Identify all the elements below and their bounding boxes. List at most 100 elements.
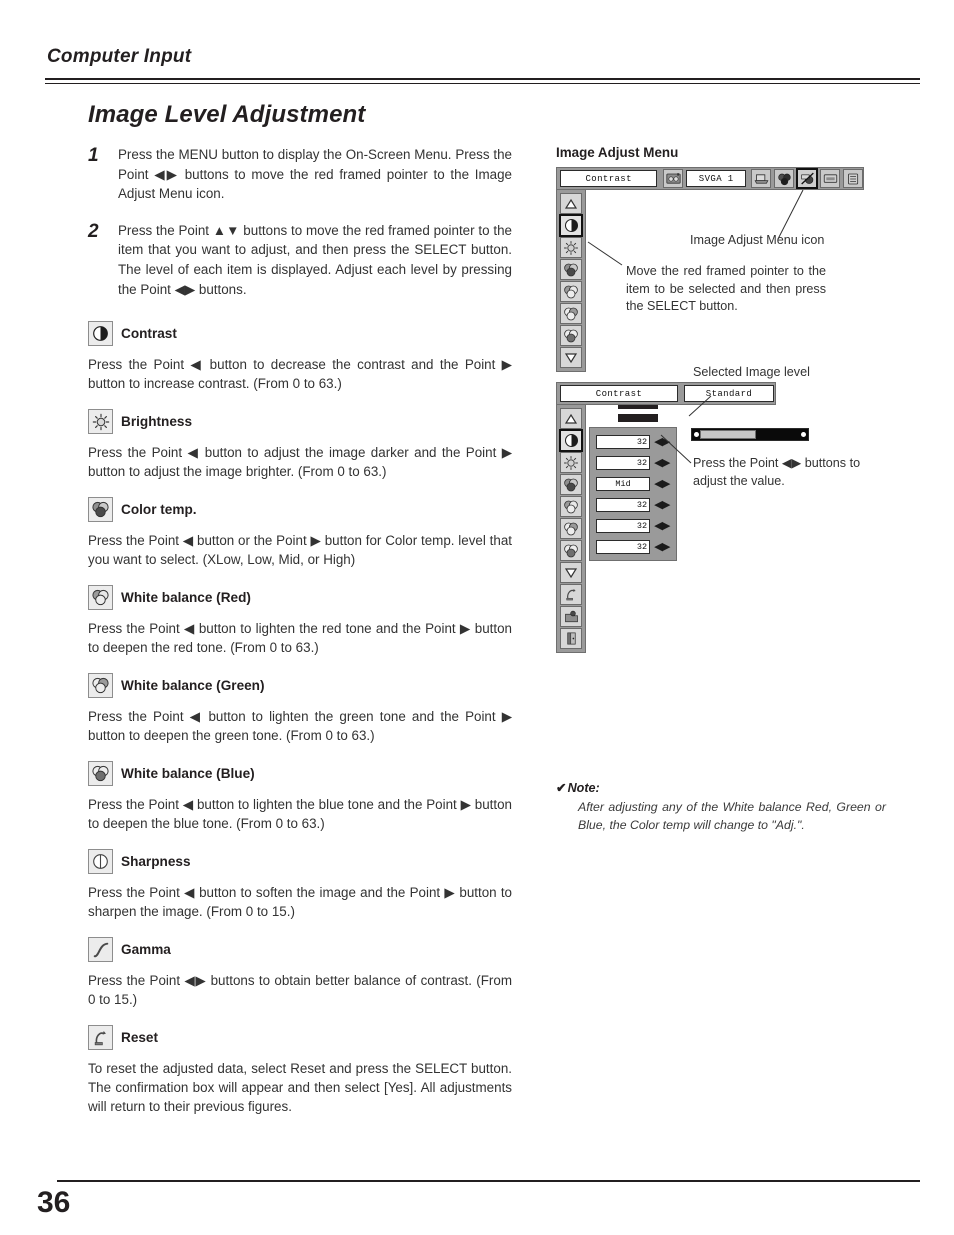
white-balance-red-icon [88, 585, 113, 611]
callout-move-pointer: Move the red framed pointer to the item … [626, 264, 826, 313]
rail-brightness-icon[interactable] [560, 237, 582, 258]
osd-menu-bar: Contrast SVGA 1 [556, 167, 864, 190]
osd-image-level[interactable]: Standard [684, 385, 774, 402]
left-right-arrows-icon[interactable]: ◀▶ [654, 436, 670, 447]
rail-white-balance-green-icon-lower[interactable] [560, 518, 582, 539]
system-icon[interactable] [663, 169, 684, 188]
section-header: Computer Input [47, 46, 192, 67]
value-white-balance-blue[interactable]: 32 [596, 539, 651, 554]
note-label: Note: [567, 781, 600, 795]
sharpness-icon [88, 849, 113, 875]
step-1-text: Press the MENU button to display the On-… [118, 147, 512, 202]
rail-reset-icon[interactable] [560, 584, 582, 605]
rail-color-temp-icon-lower[interactable] [560, 474, 582, 495]
osd-selected-item[interactable]: Contrast [560, 170, 658, 187]
section-white-balance-red-body: Press the Point ◀ button to lighten the … [88, 621, 512, 656]
value-row-contrast: 32 ◀▶ [596, 434, 670, 449]
section-white-balance-blue: White balance (Blue) Press the Point ◀ b… [88, 761, 512, 833]
menu-diagram-column: Image Adjust Menu Contrast SVGA 1 Image … [556, 145, 920, 653]
gauge-left-dot-icon [694, 432, 699, 437]
value-brightness[interactable]: 32 [596, 455, 651, 470]
value-white-balance-green[interactable]: 32 [596, 518, 651, 533]
page-title: Image Level Adjustment [88, 101, 366, 128]
rail-white-balance-red-icon[interactable] [560, 281, 582, 302]
rail-white-balance-blue-icon-lower[interactable] [560, 540, 582, 561]
section-reset: Reset To reset the adjusted data, select… [88, 1025, 512, 1116]
value-color-temp[interactable]: Mid [596, 476, 651, 491]
manual-page: Computer Input Image Level Adjustment 1 … [0, 0, 954, 1235]
osd-lower-body: 32 ◀▶ 32 ◀▶ Mid ◀▶ 32 ◀▶ 32 ◀▶ 32 ◀▶ Pre… [556, 405, 920, 653]
image-level-diagram: Contrast Standard 32 ◀▶ 32 ◀▶ Mid ◀▶ 32 … [556, 365, 920, 653]
rail-contrast-icon-lower[interactable] [559, 429, 583, 452]
note-text: After adjusting any of the White balance… [578, 800, 886, 832]
section-gamma-title: Gamma [121, 942, 171, 958]
callout-adjust-value: Press the Point ◀▶ buttons to adjust the… [693, 456, 861, 488]
section-white-balance-blue-body: Press the Point ◀ button to lighten the … [88, 797, 512, 832]
contrast-icon [88, 321, 113, 347]
rail-quit-icon[interactable] [560, 628, 582, 649]
section-brightness-body: Press the Point ◀ button to adjust the i… [88, 445, 512, 480]
rail-white-balance-blue-icon[interactable] [560, 325, 582, 346]
white-balance-blue-icon [88, 761, 113, 787]
computer-icon[interactable] [751, 169, 771, 188]
check-icon: ✔ [556, 781, 567, 795]
screen-icon[interactable] [820, 169, 840, 188]
rail-white-balance-red-icon-lower[interactable] [560, 496, 582, 517]
header-rule-bottom [45, 83, 920, 84]
value-row-brightness: 32 ◀▶ [596, 455, 670, 470]
osd-input-label[interactable]: SVGA 1 [686, 170, 746, 187]
callout-selected-image-level: Selected Image level [693, 365, 810, 379]
scroll-down-icon-lower[interactable] [560, 562, 582, 583]
note-block: ✔Note: After adjusting any of the White … [556, 780, 886, 834]
rail-contrast-icon[interactable] [559, 214, 583, 237]
left-right-arrows-icon[interactable]: ◀▶ [654, 499, 670, 510]
menu-diagram-heading: Image Adjust Menu [556, 145, 679, 160]
section-contrast: Contrast Press the Point ◀ button to dec… [88, 321, 512, 393]
scroll-down-icon[interactable] [560, 347, 582, 368]
gauge-fill [700, 430, 756, 439]
value-row-color-temp: Mid ◀▶ [596, 476, 670, 491]
step-2-text: Press the Point ▲▼ buttons to move the r… [118, 222, 512, 297]
gauge-right-dot-icon [801, 432, 806, 437]
step-2: 2 Press the Point ▲▼ buttons to move the… [88, 221, 512, 299]
section-gamma-body: Press the Point ◀▶ buttons to obtain bet… [88, 973, 512, 1008]
reset-icon [88, 1025, 113, 1051]
section-brightness: Brightness Press the Point ◀ button to a… [88, 409, 512, 481]
osd-lower-selected-item[interactable]: Contrast [560, 385, 678, 402]
rail-brightness-icon-lower[interactable] [560, 452, 582, 473]
step-2-number: 2 [88, 220, 99, 242]
section-color-temp-title: Color temp. [121, 502, 197, 518]
value-row-white-balance-green: 32 ◀▶ [596, 518, 670, 533]
rail-white-balance-green-icon[interactable] [560, 303, 582, 324]
value-row-white-balance-red: 32 ◀▶ [596, 497, 670, 512]
left-right-arrows-icon[interactable]: ◀▶ [654, 520, 670, 531]
image-adjust-icon[interactable] [796, 168, 818, 189]
rail-store-icon[interactable] [560, 606, 582, 627]
section-reset-title: Reset [121, 1030, 159, 1046]
setting-icon[interactable] [843, 169, 863, 188]
value-row-white-balance-blue: 32 ◀▶ [596, 539, 670, 554]
section-sharpness-title: Sharpness [121, 854, 191, 870]
section-reset-body: To reset the adjusted data, select Reset… [88, 1061, 512, 1115]
value-white-balance-red[interactable]: 32 [596, 497, 651, 512]
left-right-arrows-icon[interactable]: ◀▶ [654, 541, 670, 552]
section-color-temp: Color temp. Press the Point ◀ button or … [88, 497, 512, 569]
section-white-balance-blue-title: White balance (Blue) [121, 766, 255, 782]
left-right-arrows-icon[interactable]: ◀▶ [654, 478, 670, 489]
scroll-up-icon[interactable] [560, 193, 582, 214]
scroll-up-icon-lower[interactable] [560, 408, 582, 429]
value-list: 32 ◀▶ 32 ◀▶ Mid ◀▶ 32 ◀▶ 32 ◀▶ 32 ◀▶ [589, 427, 677, 561]
value-contrast[interactable]: 32 [596, 434, 651, 449]
color-adjust-icon[interactable] [774, 169, 794, 188]
value-gauge[interactable] [691, 428, 809, 441]
section-contrast-body: Press the Point ◀ button to decrease the… [88, 357, 512, 392]
section-contrast-title: Contrast [121, 326, 177, 342]
instructions-column: 1 Press the MENU button to display the O… [88, 145, 512, 1116]
osd-item-rail-lower [556, 405, 586, 653]
left-right-arrows-icon[interactable]: ◀▶ [654, 457, 670, 468]
rail-color-temp-icon[interactable] [560, 259, 582, 280]
section-white-balance-green-body: Press the Point ◀ button to lighten the … [88, 709, 512, 744]
section-white-balance-green: White balance (Green) Press the Point ◀ … [88, 673, 512, 745]
section-brightness-title: Brightness [121, 414, 193, 430]
color-temp-icon [88, 497, 113, 523]
